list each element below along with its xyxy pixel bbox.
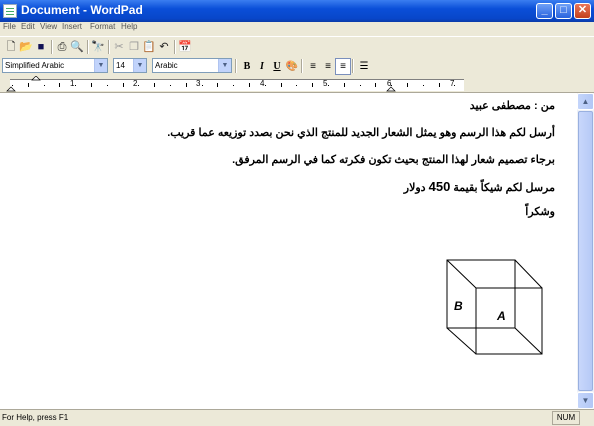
- cube-label-a: A: [496, 309, 506, 323]
- ruler: 1 2 3 4 5 6 7: [0, 76, 594, 93]
- chevron-down-icon[interactable]: ▼: [133, 59, 146, 72]
- menu-insert[interactable]: Insert: [62, 22, 82, 31]
- separator: [301, 59, 303, 73]
- insert-datetime-icon[interactable]: 📅: [178, 40, 192, 54]
- right-indent-marker: [386, 86, 396, 92]
- status-help-text: For Help, press F1: [2, 413, 69, 422]
- print-icon[interactable]: ⎙: [55, 40, 69, 54]
- scroll-thumb[interactable]: [578, 111, 593, 391]
- new-icon[interactable]: 🗋: [4, 40, 18, 54]
- status-num-lock: NUM: [552, 411, 580, 425]
- doc-line-payment: مرسل لكم شيكاً بقيمة 450 دولار: [404, 179, 555, 194]
- menu-file[interactable]: File: [3, 22, 16, 31]
- script-value: Arabic: [155, 61, 178, 70]
- first-line-indent-marker: [31, 76, 41, 81]
- align-right-icon[interactable]: ≡: [335, 58, 351, 75]
- menu-bar: File Edit View Insert Format Help: [0, 22, 594, 35]
- separator: [352, 59, 354, 73]
- color-palette-icon[interactable]: 🎨: [284, 58, 300, 75]
- find-icon[interactable]: 🔭: [91, 40, 105, 54]
- save-icon[interactable]: ■: [34, 40, 48, 54]
- payment-prefix: مرسل لكم شيكاً بقيمة: [453, 182, 555, 194]
- doc-line-request: برجاء تصميم شعار لهذا المنتج بحيث تكون ف…: [232, 154, 555, 166]
- vertical-scrollbar[interactable]: ▲ ▼: [577, 93, 594, 409]
- left-indent-marker: [6, 86, 16, 92]
- separator: [51, 40, 53, 54]
- minimize-button[interactable]: _: [536, 3, 553, 19]
- standard-toolbar: 🗋 📂 ■ ⎙ 🔍 🔭 ✂ ❐ 📋 ↶ 📅: [0, 36, 594, 57]
- cube-drawing[interactable]: B A: [440, 258, 550, 358]
- wordpad-app-icon[interactable]: [3, 4, 17, 18]
- menu-help[interactable]: Help: [121, 22, 137, 31]
- menu-view[interactable]: View: [40, 22, 57, 31]
- bullets-icon[interactable]: ☰: [356, 58, 372, 75]
- paste-icon[interactable]: 📋: [142, 40, 156, 54]
- script-select[interactable]: Arabic ▼: [152, 58, 232, 73]
- close-button[interactable]: ✕: [574, 3, 591, 19]
- chevron-down-icon[interactable]: ▼: [218, 59, 231, 72]
- font-size-value: 14: [116, 61, 125, 70]
- bold-button[interactable]: B: [239, 58, 255, 75]
- doc-line-intro: أرسل لكم هذا الرسم وهو يمثل الشعار الجدي…: [167, 127, 555, 139]
- cut-icon[interactable]: ✂: [112, 40, 126, 54]
- maximize-button[interactable]: □: [555, 3, 572, 19]
- open-icon[interactable]: 📂: [19, 40, 33, 54]
- format-bar: Simplified Arabic ▼ 14 ▼ Arabic ▼ B I U …: [0, 56, 594, 76]
- separator: [174, 40, 176, 54]
- font-size-select[interactable]: 14 ▼: [113, 58, 147, 73]
- separator: [235, 59, 237, 73]
- cube-label-b: B: [454, 299, 463, 313]
- doc-line-thanks: وشكراً: [525, 206, 555, 218]
- ruler-markers[interactable]: [0, 76, 470, 92]
- font-name-select[interactable]: Simplified Arabic ▼: [2, 58, 108, 73]
- status-bar: For Help, press F1 NUM: [0, 409, 594, 426]
- payment-amount: 450: [428, 179, 451, 194]
- align-left-icon[interactable]: ≡: [305, 58, 321, 75]
- chevron-down-icon[interactable]: ▼: [94, 59, 107, 72]
- scroll-down-button[interactable]: ▼: [577, 392, 594, 409]
- doc-line-from: من : مصطفى عبيد: [469, 100, 555, 112]
- payment-suffix: دولار: [403, 182, 426, 194]
- window-title: Document - WordPad: [21, 3, 143, 17]
- font-name-value: Simplified Arabic: [5, 61, 65, 70]
- menu-format[interactable]: Format: [90, 22, 115, 31]
- align-center-icon[interactable]: ≡: [320, 58, 336, 75]
- scroll-up-button[interactable]: ▲: [577, 93, 594, 110]
- separator: [108, 40, 110, 54]
- separator: [87, 40, 89, 54]
- document-area[interactable]: من : مصطفى عبيد أرسل لكم هذا الرسم وهو ي…: [0, 93, 577, 409]
- italic-button[interactable]: I: [254, 58, 270, 75]
- undo-icon[interactable]: ↶: [157, 40, 171, 54]
- copy-icon[interactable]: ❐: [127, 40, 141, 54]
- print-preview-icon[interactable]: 🔍: [70, 40, 84, 54]
- underline-button[interactable]: U: [269, 58, 285, 75]
- menu-edit[interactable]: Edit: [21, 22, 35, 31]
- title-bar: Document - WordPad _ □ ✕: [0, 0, 594, 22]
